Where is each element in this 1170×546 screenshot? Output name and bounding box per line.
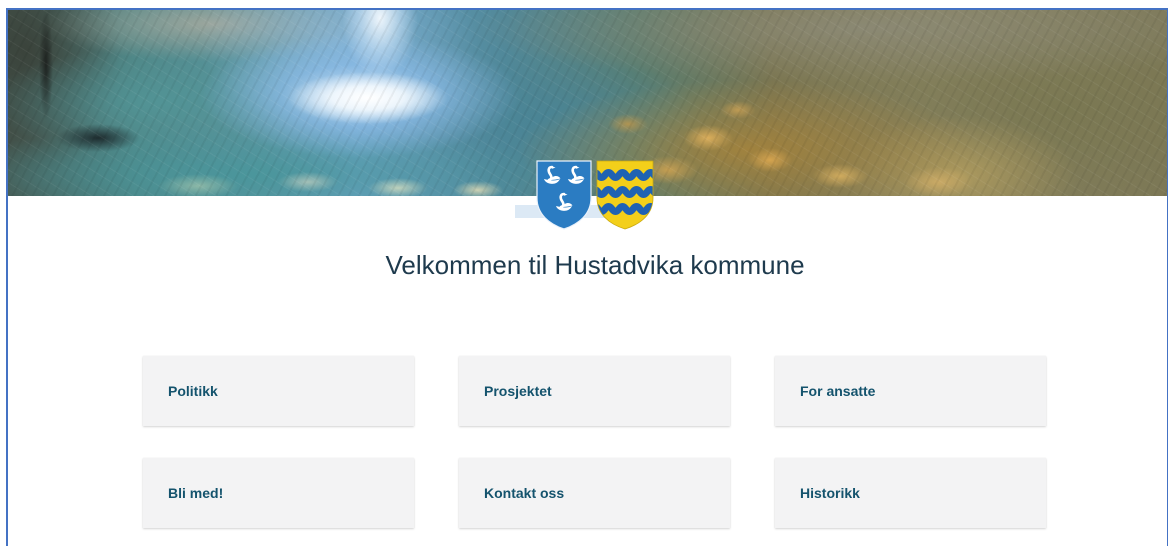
- municipal-coats-of-arms: [536, 160, 654, 230]
- quick-link-label[interactable]: Politikk: [168, 383, 218, 399]
- quick-link-politikk[interactable]: Politikk: [143, 356, 414, 426]
- quick-link-kontakt-oss[interactable]: Kontakt oss: [459, 458, 730, 528]
- quick-link-label[interactable]: For ansatte: [800, 383, 875, 399]
- quick-link-label[interactable]: Historikk: [800, 485, 860, 501]
- quick-link-for-ansatte[interactable]: For ansatte: [775, 356, 1046, 426]
- coat-of-arms-swans-icon: [536, 160, 592, 230]
- quick-link-bli-med[interactable]: Bli med!: [143, 458, 414, 528]
- quick-link-label[interactable]: Bli med!: [168, 485, 223, 501]
- coat-of-arms-waves-icon: [596, 160, 654, 230]
- page-title: Velkommen til Hustadvika kommune: [385, 250, 805, 280]
- quick-link-prosjektet[interactable]: Prosjektet: [459, 356, 730, 426]
- quick-link-historikk[interactable]: Historikk: [775, 458, 1046, 528]
- quick-link-label[interactable]: Kontakt oss: [484, 485, 564, 501]
- quick-link-label[interactable]: Prosjektet: [484, 383, 552, 399]
